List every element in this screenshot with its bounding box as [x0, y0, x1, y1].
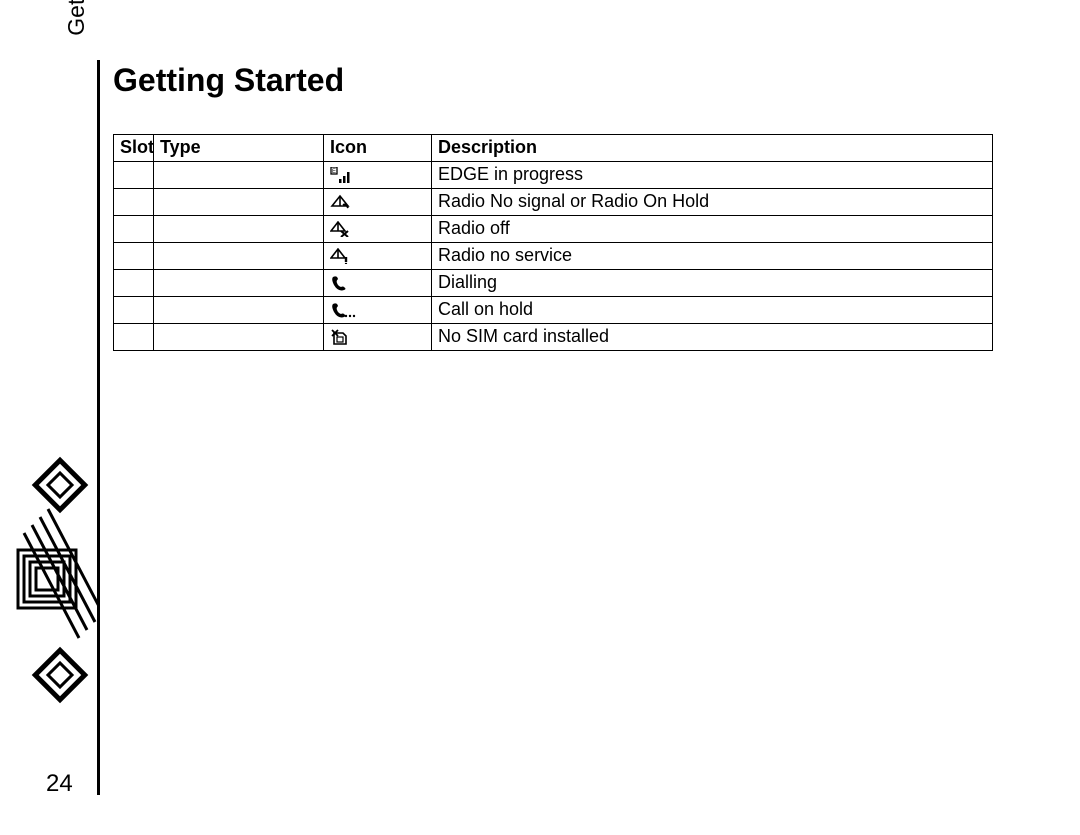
table-row: Dialling: [114, 270, 993, 297]
radio-noservice-icon: [330, 248, 350, 264]
radio-off-icon: [330, 221, 350, 237]
cell-slot: [114, 324, 154, 351]
cell-slot: [114, 189, 154, 216]
side-tab-label: Getting Started: [63, 0, 90, 61]
cell-type: [154, 324, 324, 351]
th-desc: Description: [432, 135, 993, 162]
cell-type: [154, 270, 324, 297]
cell-type: [154, 243, 324, 270]
cell-slot: [114, 297, 154, 324]
radio-nosignal-icon: [330, 194, 350, 210]
cell-desc: Radio no service: [432, 243, 993, 270]
table-row: Call on hold: [114, 297, 993, 324]
document-page: Getting Started Getting Started Slot Typ…: [0, 0, 1080, 835]
cell-desc: Radio No signal or Radio On Hold: [432, 189, 993, 216]
call-hold-icon: [330, 302, 356, 318]
edge-progress-icon: E: [330, 167, 352, 183]
cell-type: [154, 189, 324, 216]
cell-icon: [324, 189, 432, 216]
table-header-row: Slot Type Icon Description: [114, 135, 993, 162]
th-slot: Slot: [114, 135, 154, 162]
table-row: E EDGE in progress: [114, 162, 993, 189]
th-type: Type: [154, 135, 324, 162]
table-row: Radio No signal or Radio On Hold: [114, 189, 993, 216]
cell-icon: [324, 324, 432, 351]
cell-icon: [324, 297, 432, 324]
table-row: No SIM card installed: [114, 324, 993, 351]
th-icon: Icon: [324, 135, 432, 162]
cell-type: [154, 297, 324, 324]
no-sim-icon: [330, 328, 350, 346]
cell-slot: [114, 216, 154, 243]
cell-desc: Radio off: [432, 216, 993, 243]
svg-text:E: E: [332, 168, 336, 174]
cell-slot: [114, 243, 154, 270]
dialling-icon: [330, 275, 348, 291]
cell-icon: E: [324, 162, 432, 189]
cell-desc: Dialling: [432, 270, 993, 297]
table-row: Radio no service: [114, 243, 993, 270]
cell-type: [154, 162, 324, 189]
decorative-ornament: [12, 455, 98, 715]
page-number: 24: [46, 770, 73, 798]
icon-table: Slot Type Icon Description E: [113, 134, 993, 351]
table-row: Radio off: [114, 216, 993, 243]
cell-type: [154, 216, 324, 243]
cell-desc: No SIM card installed: [432, 324, 993, 351]
cell-desc: EDGE in progress: [432, 162, 993, 189]
cell-icon: [324, 270, 432, 297]
cell-icon: [324, 216, 432, 243]
page-title: Getting Started: [113, 62, 344, 99]
cell-slot: [114, 162, 154, 189]
cell-desc: Call on hold: [432, 297, 993, 324]
cell-icon: [324, 243, 432, 270]
cell-slot: [114, 270, 154, 297]
